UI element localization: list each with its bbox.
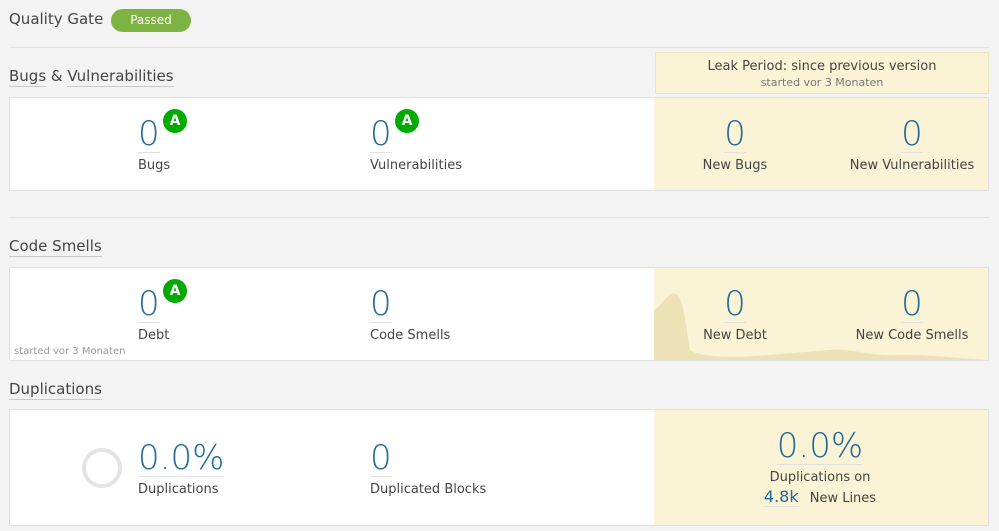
code-smells-measure: 0 Code Smells — [370, 286, 450, 343]
quality-gate-title: Quality Gate — [9, 10, 104, 28]
bugs-vulns-title: Bugs & Vulnerabilities — [9, 67, 174, 87]
new-duplications-label: Duplications on — [769, 470, 871, 485]
duplications-measure: 0.0% Duplications — [138, 440, 225, 497]
duplications-donut-chart — [82, 448, 122, 488]
leak-period-header: Leak Period: since previous version star… — [655, 52, 989, 94]
duplications-panel: 0.0% Duplications 0 Duplicated Blocks 0.… — [9, 409, 989, 526]
new-debt-label: New Debt — [703, 328, 767, 343]
new-code-smells-measure: 0 New Code Smells — [846, 286, 978, 343]
code-smells-label: Code Smells — [370, 328, 451, 343]
duplications-title-link[interactable]: Duplications — [9, 380, 102, 400]
new-debt-measure: 0 New Debt — [685, 286, 785, 343]
vulnerabilities-label: Vulnerabilities — [370, 158, 462, 173]
vulnerabilities-value[interactable]: 0 — [370, 116, 392, 153]
new-bugs-label: New Bugs — [702, 158, 768, 173]
new-bugs-value[interactable]: 0 — [724, 116, 746, 153]
code-smells-title-link[interactable]: Code Smells — [9, 237, 102, 257]
divider — [9, 47, 989, 48]
leak-period-title: Leak Period: since previous version — [707, 59, 937, 74]
code-smells-title: Code Smells — [9, 237, 102, 257]
duplicated-blocks-value[interactable]: 0 — [370, 440, 392, 477]
new-bugs-measure: 0 New Bugs — [685, 116, 785, 173]
bugs-rating-badge[interactable]: A — [163, 109, 187, 133]
new-lines-value[interactable]: 4.8k — [763, 487, 799, 507]
duplicated-blocks-label: Duplicated Blocks — [370, 482, 487, 497]
debt-label: Debt — [138, 328, 170, 343]
new-vulnerabilities-measure: 0 New Vulnerabilities — [846, 116, 978, 173]
duplications-title: Duplications — [9, 380, 102, 400]
bugs-vulns-panel: 0 Bugs A 0 Vulnerabilities A 0 New Bugs … — [9, 97, 989, 191]
vulnerabilities-title-link[interactable]: Vulnerabilities — [67, 67, 174, 87]
debt-value[interactable]: 0 — [138, 286, 160, 323]
leak-period-subtitle: started vor 3 Monaten — [760, 76, 884, 89]
new-vulnerabilities-label: New Vulnerabilities — [849, 158, 975, 173]
code-smells-panel: 0 Debt A 0 Code Smells 0 New Debt 0 New … — [9, 267, 989, 361]
new-code-smells-value[interactable]: 0 — [901, 286, 923, 323]
new-lines-row: 4.8k New Lines — [730, 487, 910, 507]
new-lines-label: New Lines — [809, 491, 877, 506]
bugs-label: Bugs — [138, 158, 171, 173]
divider — [9, 217, 989, 218]
duplications-label: Duplications — [138, 482, 219, 497]
new-vulnerabilities-value[interactable]: 0 — [901, 116, 923, 153]
new-duplications-value[interactable]: 0.0% — [776, 428, 864, 465]
bugs-title-link[interactable]: Bugs — [9, 67, 47, 87]
title-separator: & — [50, 67, 63, 85]
quality-gate-status-badge: Passed — [111, 9, 191, 32]
new-debt-value[interactable]: 0 — [724, 286, 746, 323]
code-smells-value[interactable]: 0 — [370, 286, 392, 323]
new-duplications-measure: 0.0% Duplications on 4.8k New Lines — [730, 428, 910, 507]
new-code-smells-label: New Code Smells — [855, 328, 969, 343]
duplicated-blocks-measure: 0 Duplicated Blocks — [370, 440, 486, 497]
maintainability-rating-badge[interactable]: A — [163, 279, 187, 303]
duplications-value[interactable]: 0.0% — [138, 440, 225, 477]
history-start-note: started vor 3 Monaten — [14, 346, 126, 357]
vulnerabilities-rating-badge[interactable]: A — [395, 109, 419, 133]
bugs-value[interactable]: 0 — [138, 116, 160, 153]
